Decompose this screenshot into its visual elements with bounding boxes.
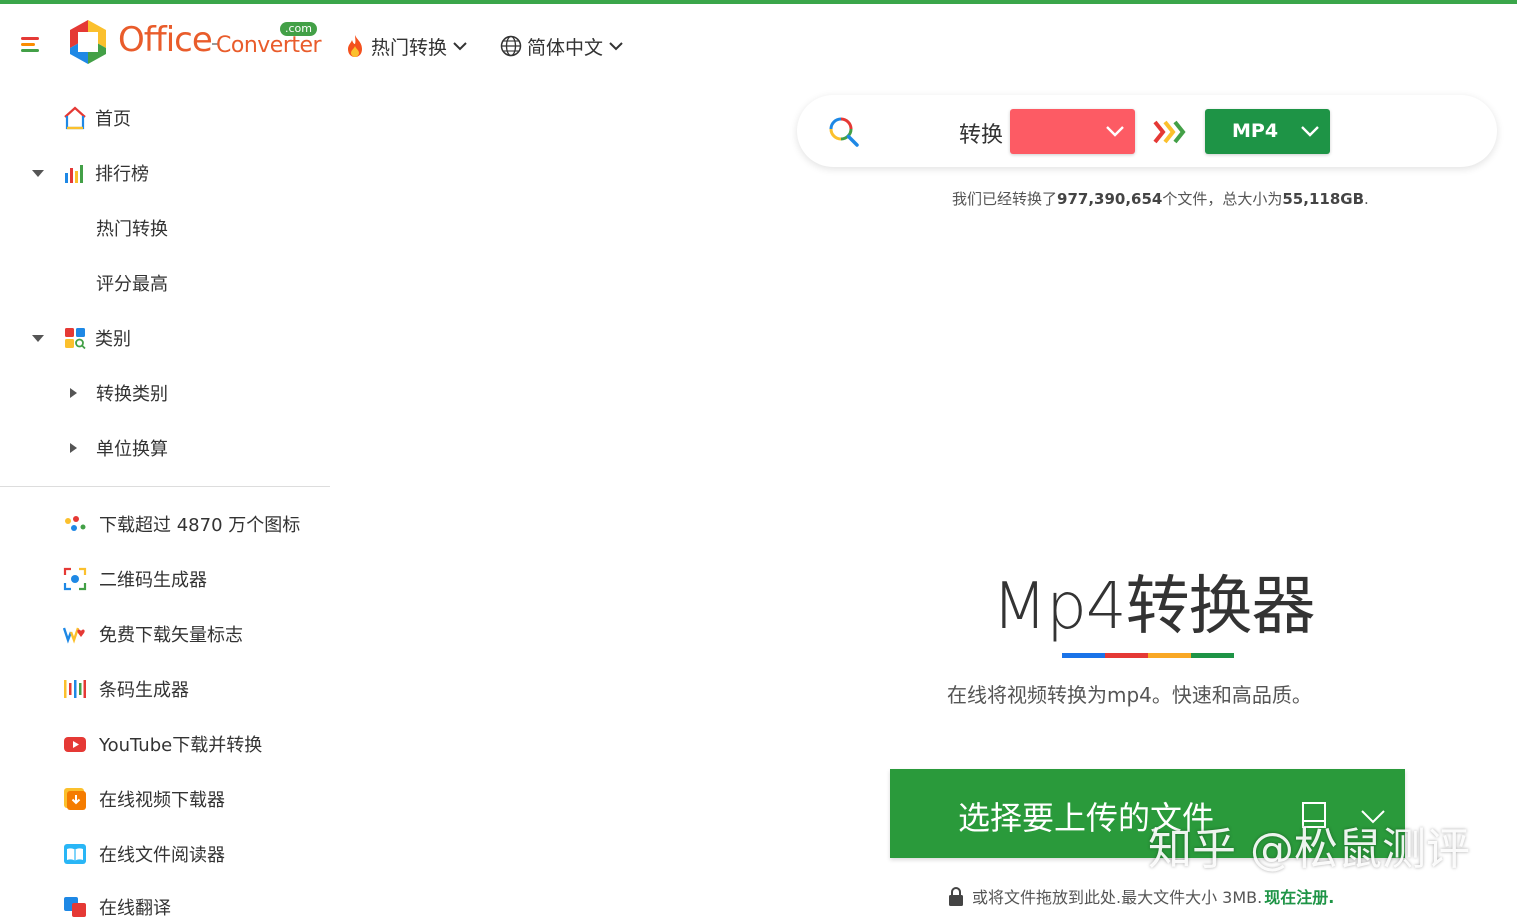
barcode-icon xyxy=(64,680,86,698)
sidebar-top-rated-label: 评分最高 xyxy=(96,274,168,295)
chevron-down-icon xyxy=(453,42,467,51)
stats-size: 55,118GB xyxy=(1282,190,1365,208)
register-link[interactable]: 现在注册. xyxy=(1264,884,1334,908)
category-grid-icon xyxy=(65,328,86,350)
translate-icon xyxy=(64,897,86,917)
tool-video-dl-label: 在线视频下载器 xyxy=(99,790,225,811)
chevron-down-icon xyxy=(609,42,623,51)
conversion-stats: 我们已经转换了977,390,654个文件，总大小为55,118GB. xyxy=(952,188,1369,209)
stats-prefix: 我们已经转换了 xyxy=(952,190,1058,208)
sidebar-tool-icons[interactable]: 下载超过 4870 万个图标 xyxy=(63,509,300,539)
tool-vector-label: 免费下载矢量标志 xyxy=(99,625,243,646)
drop-note: 或将文件拖放到此处.最大文件大小 3MB. 现在注册. xyxy=(948,884,1334,908)
chevron-down-icon[interactable] xyxy=(1360,809,1386,825)
vector-logo-icon xyxy=(63,627,85,644)
choose-file-button[interactable]: 选择要上传的文件 xyxy=(890,769,1405,858)
triple-arrow-icon xyxy=(1153,120,1186,144)
sidebar-tool-qr[interactable]: 二维码生成器 xyxy=(63,564,207,594)
nav-popular-label: 热门转换 xyxy=(371,36,448,59)
globe-icon xyxy=(500,35,522,57)
logo-tld-badge: .com xyxy=(280,22,317,36)
tool-reader-label: 在线文件阅读器 xyxy=(99,845,225,866)
fire-icon xyxy=(348,35,362,57)
site-logo[interactable]: Office Converter .com xyxy=(64,18,322,68)
convert-label: 转换 xyxy=(959,123,1004,148)
drop-note-text: 或将文件拖放到此处.最大文件大小 3MB. xyxy=(972,888,1263,907)
sidebar-item-ranking[interactable]: 排行榜 xyxy=(63,158,149,188)
tool-qr-label: 二维码生成器 xyxy=(99,570,207,591)
sidebar-category-label: 类别 xyxy=(95,329,131,350)
sidebar-ranking-label: 排行榜 xyxy=(95,164,149,185)
sidebar-home-label: 首页 xyxy=(95,109,131,130)
sidebar-item-home[interactable]: 首页 xyxy=(63,103,131,133)
tool-barcode-label: 条码生成器 xyxy=(99,680,189,701)
nav-language-label: 简体中文 xyxy=(527,36,604,59)
home-icon xyxy=(64,106,86,130)
sidebar-tool-file-reader[interactable]: 在线文件阅读器 xyxy=(63,839,225,869)
title-underline xyxy=(1062,653,1234,658)
search-icon[interactable] xyxy=(827,115,861,149)
stats-suffix: . xyxy=(1364,190,1369,208)
converter-bar: 转换 MP4 xyxy=(797,95,1497,167)
sidebar-unit-label: 单位换算 xyxy=(96,439,168,460)
logo-word-converter: Converter xyxy=(216,33,322,58)
sidebar-item-top-rated[interactable]: 评分最高 xyxy=(96,268,168,298)
sidebar-item-category[interactable]: 类别 xyxy=(63,323,131,353)
lock-icon xyxy=(949,887,963,906)
page-subtitle: 在线将视频转换为mp4。快速和高品质。 xyxy=(947,683,1312,707)
sidebar-tool-video-downloader[interactable]: 在线视频下载器 xyxy=(63,784,225,814)
sidebar-item-unit-conversion[interactable]: 单位换算 xyxy=(70,433,168,463)
expand-icon xyxy=(70,443,77,453)
sidebar-item-hot-conversions[interactable]: 热门转换 xyxy=(96,213,168,243)
collapse-category-icon[interactable] xyxy=(32,335,44,342)
video-download-icon xyxy=(64,788,86,810)
chevron-down-icon xyxy=(1301,126,1319,137)
device-icon[interactable] xyxy=(1300,801,1328,829)
sidebar-tool-translate[interactable]: 在线翻译 xyxy=(63,892,171,922)
logo-word: Office xyxy=(118,20,213,60)
choose-file-label: 选择要上传的文件 xyxy=(958,799,1215,837)
chevron-down-icon xyxy=(1106,126,1124,137)
target-format-value: MP4 xyxy=(1232,120,1279,142)
sidebar-conv-cat-label: 转换类别 xyxy=(96,384,168,405)
stats-count: 977,390,654 xyxy=(1057,190,1163,208)
menu-icon[interactable] xyxy=(21,36,41,54)
collapse-ranking-icon[interactable] xyxy=(32,170,44,177)
sidebar-divider xyxy=(0,486,330,487)
tool-translate-label: 在线翻译 xyxy=(99,898,171,919)
sidebar-tool-youtube[interactable]: YouTube下载并转换 xyxy=(63,729,262,759)
source-format-select[interactable] xyxy=(1010,109,1135,154)
sidebar-tool-vector-logos[interactable]: 免费下载矢量标志 xyxy=(63,619,243,649)
sidebar-item-conversion-category[interactable]: 转换类别 xyxy=(70,378,168,408)
tool-youtube-label: YouTube下载并转换 xyxy=(99,735,263,756)
sidebar-tool-barcode[interactable]: 条码生成器 xyxy=(63,674,189,704)
tool-icons-label: 下载超过 4870 万个图标 xyxy=(99,515,301,536)
logo-cube-icon xyxy=(70,20,106,64)
stats-middle: 个文件，总大小为 xyxy=(1162,190,1283,208)
nav-language[interactable]: 简体中文 xyxy=(500,32,623,60)
top-accent-line xyxy=(0,0,1517,4)
target-format-select[interactable]: MP4 xyxy=(1205,109,1330,154)
sidebar-hot-label: 热门转换 xyxy=(96,219,168,240)
page-title: Mp4转换器 xyxy=(992,570,1316,644)
icons-dots-icon xyxy=(65,516,86,531)
book-reader-icon xyxy=(64,844,86,864)
qr-scan-icon xyxy=(63,567,87,591)
nav-popular-conversions[interactable]: 热门转换 xyxy=(344,32,467,60)
expand-icon xyxy=(70,388,77,398)
bar-chart-icon xyxy=(65,165,83,183)
youtube-icon xyxy=(64,737,86,752)
